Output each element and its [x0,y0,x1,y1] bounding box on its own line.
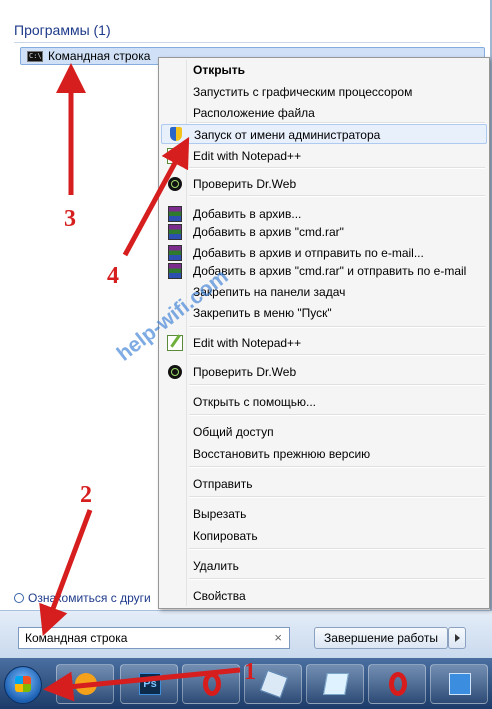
menu-item-label: Открыть с помощью... [193,395,317,409]
winrar-icon [168,245,182,261]
winrar-icon [168,263,182,279]
menu-item-archive-email[interactable]: Добавить в архив и отправить по e-mail..… [161,243,487,263]
menu-item-label: Edit with Notepad++ [193,336,302,350]
menu-item-delete[interactable]: Удалить [161,556,487,576]
menu-item-label: Общий доступ [193,425,274,439]
context-menu: Открыть Запустить с графическим процессо… [158,57,490,609]
menu-item-label: Добавить в архив "cmd.rar" и отправить п… [193,264,467,278]
annotation-number-1: 1 [244,659,256,685]
menu-divider [189,414,485,416]
pen-tool-icon [259,669,289,699]
opera-icon [203,672,221,696]
program-label: Командная строка [48,49,151,63]
windows-logo-icon [15,676,31,692]
menu-item-open[interactable]: Открыть [161,60,487,80]
menu-item-label: Открыть [193,63,246,77]
notepad-plus-icon [167,148,183,164]
avast-icon [75,673,97,695]
search-input[interactable]: Командная строка × [18,627,290,649]
menu-item-label: Edit with Notepad++ [193,149,302,163]
taskbar-button-photoshop[interactable]: Ps [120,664,178,704]
see-more-results-link[interactable]: Ознакомиться с други [14,591,164,605]
programs-section-title: Программы (1) [14,22,111,38]
winrar-icon [168,224,182,240]
cmd-icon: C:\ [27,51,43,62]
start-menu-bottom-bar: Командная строка × Завершение работы [0,610,492,659]
menu-item-sharing[interactable]: Общий доступ [161,422,487,442]
menu-item-restore-version[interactable]: Восстановить прежнюю версию [161,444,487,464]
photoshop-icon: Ps [139,673,161,695]
menu-item-label: Расположение файла [193,106,315,120]
menu-item-run-as-admin[interactable]: Запуск от имени администратора [161,124,487,144]
menu-item-label: Удалить [193,559,239,573]
section-divider [14,42,480,43]
menu-item-drweb-scan[interactable]: Проверить Dr.Web [161,174,487,194]
menu-item-label: Добавить в архив и отправить по e-mail..… [193,246,424,260]
menu-divider [189,496,485,498]
taskbar-button-avast[interactable] [56,664,114,704]
menu-item-label: Закрепить в меню "Пуск" [193,306,332,320]
control-panel-icon [449,673,471,695]
menu-item-label: Свойства [193,589,246,603]
menu-item-add-archive[interactable]: Добавить в архив... [161,204,487,224]
menu-item-label: Запустить с графическим процессором [193,85,413,99]
menu-item-cut[interactable]: Вырезать [161,504,487,524]
menu-item-run-with-gpu[interactable]: Запустить с графическим процессором [161,82,487,102]
menu-item-pin-start[interactable]: Закрепить в меню "Пуск" [161,303,487,323]
menu-divider [189,548,485,550]
taskbar-button-opera-2[interactable] [368,664,426,704]
drweb-icon [168,177,182,191]
menu-item-label: Отправить [193,477,253,491]
menu-item-send-to[interactable]: Отправить [161,474,487,494]
windows-start-orb[interactable] [4,666,42,704]
taskbar-button-control-panel[interactable] [430,664,488,704]
menu-item-label: Добавить в архив... [193,207,302,221]
search-icon [14,593,24,603]
menu-item-edit-notepadpp-2[interactable]: Edit with Notepad++ [161,333,487,353]
menu-item-properties[interactable]: Свойства [161,586,487,606]
uac-shield-icon [170,127,182,141]
menu-divider [189,326,485,328]
search-input-value: Командная строка [25,631,128,645]
see-more-label: Ознакомиться с други [28,591,151,605]
menu-divider [189,354,485,356]
menu-item-drweb-scan-2[interactable]: Проверить Dr.Web [161,362,487,382]
shutdown-button[interactable]: Завершение работы [314,627,448,649]
menu-divider [189,466,485,468]
clear-search-icon[interactable]: × [274,630,282,645]
menu-divider [189,195,485,197]
annotation-number-4: 4 [107,263,119,289]
menu-divider [189,167,485,169]
taskbar-button-sticky-notes[interactable] [306,664,364,704]
menu-item-label: Копировать [193,529,258,543]
menu-item-add-cmd-rar[interactable]: Добавить в архив "cmd.rar" [161,222,487,242]
sticky-notes-icon [323,673,349,695]
menu-item-label: Вырезать [193,507,247,521]
menu-item-label: Восстановить прежнюю версию [193,447,371,461]
notepad-plus-icon [167,335,183,351]
menu-item-edit-notepadpp[interactable]: Edit with Notepad++ [161,146,487,166]
menu-item-label: Запуск от имени администратора [194,128,381,142]
winrar-icon [168,206,182,222]
menu-item-label: Добавить в архив "cmd.rar" [193,225,344,239]
taskbar-button-opera[interactable] [182,664,240,704]
menu-item-file-location[interactable]: Расположение файла [161,103,487,123]
menu-divider [189,384,485,386]
drweb-icon [168,365,182,379]
opera-icon [389,672,407,696]
menu-divider [189,578,485,580]
menu-item-label: Проверить Dr.Web [193,177,297,191]
menu-item-open-with[interactable]: Открыть с помощью... [161,392,487,412]
shutdown-options-arrow-icon[interactable] [448,627,466,649]
shutdown-label: Завершение работы [324,631,438,645]
annotation-number-2: 2 [80,482,92,508]
annotation-number-3: 3 [64,206,76,232]
menu-item-label: Проверить Dr.Web [193,365,297,379]
menu-item-copy[interactable]: Копировать [161,526,487,546]
